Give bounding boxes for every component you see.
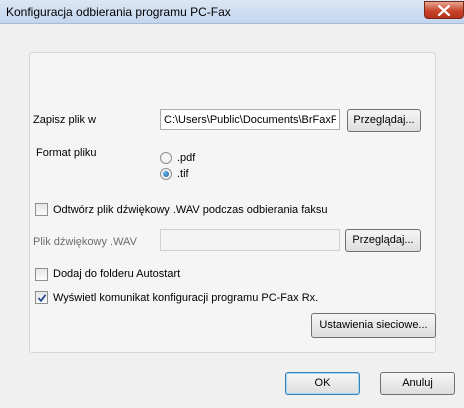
autostart-label: Dodaj do folderu Autostart	[53, 268, 181, 280]
close-icon	[438, 5, 450, 16]
wav-file-label: Plik dźwiękowy .WAV	[33, 236, 137, 248]
network-settings-button[interactable]: Ustawienia sieciowe...	[311, 313, 436, 338]
file-format-label: Format pliku	[36, 147, 97, 159]
format-pdf-label: .pdf	[177, 152, 196, 164]
save-location-label: Zapisz plik w	[33, 114, 96, 126]
window-title: Konfiguracja odbierania programu PC-Fax	[6, 5, 231, 19]
ok-button[interactable]: OK	[285, 372, 360, 395]
play-wav-checkbox[interactable]	[35, 203, 48, 216]
autostart-checkbox[interactable]	[35, 268, 48, 281]
format-tif-radio[interactable]	[160, 168, 172, 180]
show-config-message-label: Wyświetl komunikat konfiguracji programu…	[53, 292, 319, 304]
play-wav-label: Odtwórz plik dźwiękowy .WAV podczas odbi…	[53, 204, 328, 216]
browse-save-button[interactable]: Przeglądaj...	[347, 109, 421, 132]
checkmark-icon	[37, 294, 47, 303]
save-path-field[interactable]	[160, 109, 340, 130]
show-config-message-checkbox[interactable]	[35, 291, 48, 304]
settings-panel	[29, 52, 436, 353]
title-bar: Konfiguracja odbierania programu PC-Fax	[0, 0, 464, 24]
cancel-button[interactable]: Anuluj	[380, 372, 455, 395]
format-tif-label: .tif	[177, 168, 189, 180]
format-pdf-radio[interactable]	[160, 152, 172, 164]
wav-file-field[interactable]	[160, 229, 340, 251]
browse-wav-button[interactable]: Przeglądaj...	[345, 229, 421, 252]
close-button[interactable]	[424, 1, 464, 19]
